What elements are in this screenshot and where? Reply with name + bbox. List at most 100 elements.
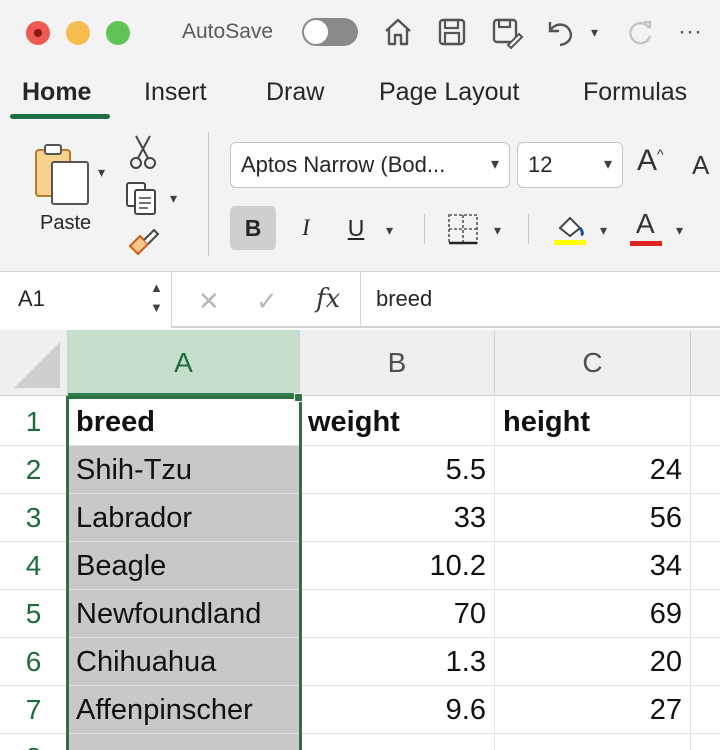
paste-label[interactable]: Paste	[40, 212, 91, 235]
cell-c5[interactable]: 69	[495, 590, 691, 638]
save-as-icon[interactable]	[488, 14, 524, 50]
cell-c1[interactable]: height	[495, 398, 691, 446]
ribbon-home: ▾ Paste ▾ Aptos Narrow (Bod... ▾ 12 ▾ A^…	[0, 122, 720, 272]
row-header[interactable]: 4	[0, 542, 68, 590]
grow-font-button[interactable]: A^	[637, 144, 664, 178]
cell-d7[interactable]	[691, 686, 720, 734]
select-all-button[interactable]	[0, 330, 68, 396]
row-header[interactable]: 5	[0, 590, 68, 638]
cell-b2[interactable]: 5.5	[300, 446, 495, 494]
autosave-label: AutoSave	[182, 20, 274, 43]
cell-d5[interactable]	[691, 590, 720, 638]
cell-d6[interactable]	[691, 638, 720, 686]
cell-b1[interactable]: weight	[300, 398, 495, 446]
formula-bar-divider	[360, 272, 361, 328]
underline-dropdown-chevron-icon[interactable]: ▾	[386, 222, 393, 239]
row-header[interactable]: 1	[0, 398, 68, 446]
cell-d2[interactable]	[691, 446, 720, 494]
tab-formulas[interactable]: Formulas	[583, 78, 687, 107]
cell-c6[interactable]: 20	[495, 638, 691, 686]
more-icon[interactable]: ···	[678, 18, 702, 46]
active-tab-indicator	[10, 114, 110, 119]
grow-font-label: A	[637, 144, 658, 177]
borders-icon[interactable]	[446, 212, 480, 246]
toggle-knob	[304, 20, 328, 44]
underline-button[interactable]: U	[333, 206, 379, 250]
borders-dropdown-chevron-icon[interactable]: ▾	[494, 222, 501, 239]
name-box-value: A1	[18, 286, 45, 311]
column-header-c[interactable]: C	[495, 330, 691, 396]
cell-a4[interactable]: Beagle	[68, 542, 300, 590]
row-header[interactable]: 3	[0, 494, 68, 542]
cell-c2[interactable]: 24	[495, 446, 691, 494]
name-box-stepper-icon[interactable]: ▲ ▼	[150, 278, 163, 318]
paste-icon[interactable]	[30, 142, 94, 208]
cell-c8[interactable]	[495, 734, 691, 750]
font-size-dropdown[interactable]: 12 ▾	[517, 142, 623, 188]
cell-a2[interactable]: Shih-Tzu	[68, 446, 300, 494]
column-header-d[interactable]	[691, 330, 720, 396]
cell-b6[interactable]: 1.3	[300, 638, 495, 686]
format-painter-icon[interactable]	[126, 224, 160, 258]
cell-b3[interactable]: 33	[300, 494, 495, 542]
row-header[interactable]: 7	[0, 686, 68, 734]
font-size-value: 12	[528, 152, 553, 177]
tab-draw[interactable]: Draw	[266, 78, 324, 107]
cell-c7[interactable]: 27	[495, 686, 691, 734]
redo-icon[interactable]	[622, 14, 658, 50]
cell-a8[interactable]	[68, 734, 300, 750]
column-header-b[interactable]: B	[300, 330, 495, 396]
undo-dropdown-chevron-icon[interactable]: ▾	[591, 24, 598, 41]
column-header-a[interactable]: A	[68, 330, 300, 396]
row-header[interactable]: 8	[0, 734, 68, 750]
copy-icon[interactable]	[124, 180, 160, 216]
cell-b4[interactable]: 10.2	[300, 542, 495, 590]
tab-home[interactable]: Home	[22, 78, 91, 107]
cell-d4[interactable]	[691, 542, 720, 590]
insert-function-button[interactable]: fx	[316, 284, 340, 314]
fill-color-icon[interactable]	[552, 210, 588, 246]
cancel-icon[interactable]: ✕	[198, 286, 220, 317]
cell-c4[interactable]: 34	[495, 542, 691, 590]
formula-input[interactable]: breed	[376, 286, 432, 312]
italic-button[interactable]: I	[283, 206, 329, 250]
font-color-button[interactable]: A	[630, 208, 664, 248]
bold-button[interactable]: B	[230, 206, 276, 250]
chevron-down-icon: ▾	[603, 156, 612, 173]
row-header[interactable]: 2	[0, 446, 68, 494]
font-color-label: A	[636, 208, 655, 239]
window-minimize-button[interactable]	[66, 21, 90, 45]
window-maximize-button[interactable]	[106, 21, 130, 45]
cell-d1[interactable]	[691, 398, 720, 446]
paste-dropdown-chevron-icon[interactable]: ▾	[98, 164, 105, 181]
shrink-font-button[interactable]: A	[692, 150, 709, 181]
row-header[interactable]: 6	[0, 638, 68, 686]
name-box[interactable]: A1 ▲ ▼	[0, 272, 172, 328]
font-color-dropdown-chevron-icon[interactable]: ▾	[676, 222, 683, 239]
cell-a5[interactable]: Newfoundland	[68, 590, 300, 638]
tab-insert[interactable]: Insert	[144, 78, 207, 107]
enter-icon[interactable]: ✓	[256, 286, 278, 317]
copy-dropdown-chevron-icon[interactable]: ▾	[170, 190, 177, 207]
home-icon[interactable]	[380, 14, 416, 50]
window-close-button[interactable]	[26, 21, 50, 45]
cell-a7[interactable]: Affenpinscher	[68, 686, 300, 734]
fill-handle[interactable]	[294, 393, 303, 402]
cell-b5[interactable]: 70	[300, 590, 495, 638]
cell-a1[interactable]: breed	[68, 398, 300, 446]
cut-icon[interactable]	[128, 134, 158, 170]
cell-c3[interactable]: 56	[495, 494, 691, 542]
undo-icon[interactable]	[542, 14, 578, 50]
cell-b7[interactable]: 9.6	[300, 686, 495, 734]
cell-d3[interactable]	[691, 494, 720, 542]
fill-color-dropdown-chevron-icon[interactable]: ▾	[600, 222, 607, 239]
font-name-value: Aptos Narrow (Bod...	[241, 152, 446, 177]
font-name-dropdown[interactable]: Aptos Narrow (Bod... ▾	[230, 142, 510, 188]
formula-bar: A1 ▲ ▼ ✕ ✓ fx breed	[0, 272, 720, 328]
autosave-toggle[interactable]	[302, 18, 358, 46]
tab-page-layout[interactable]: Page Layout	[379, 78, 519, 107]
save-icon[interactable]	[434, 14, 470, 50]
cell-a6[interactable]: Chihuahua	[68, 638, 300, 686]
cell-a3[interactable]: Labrador	[68, 494, 300, 542]
cell-b8[interactable]	[300, 734, 495, 750]
